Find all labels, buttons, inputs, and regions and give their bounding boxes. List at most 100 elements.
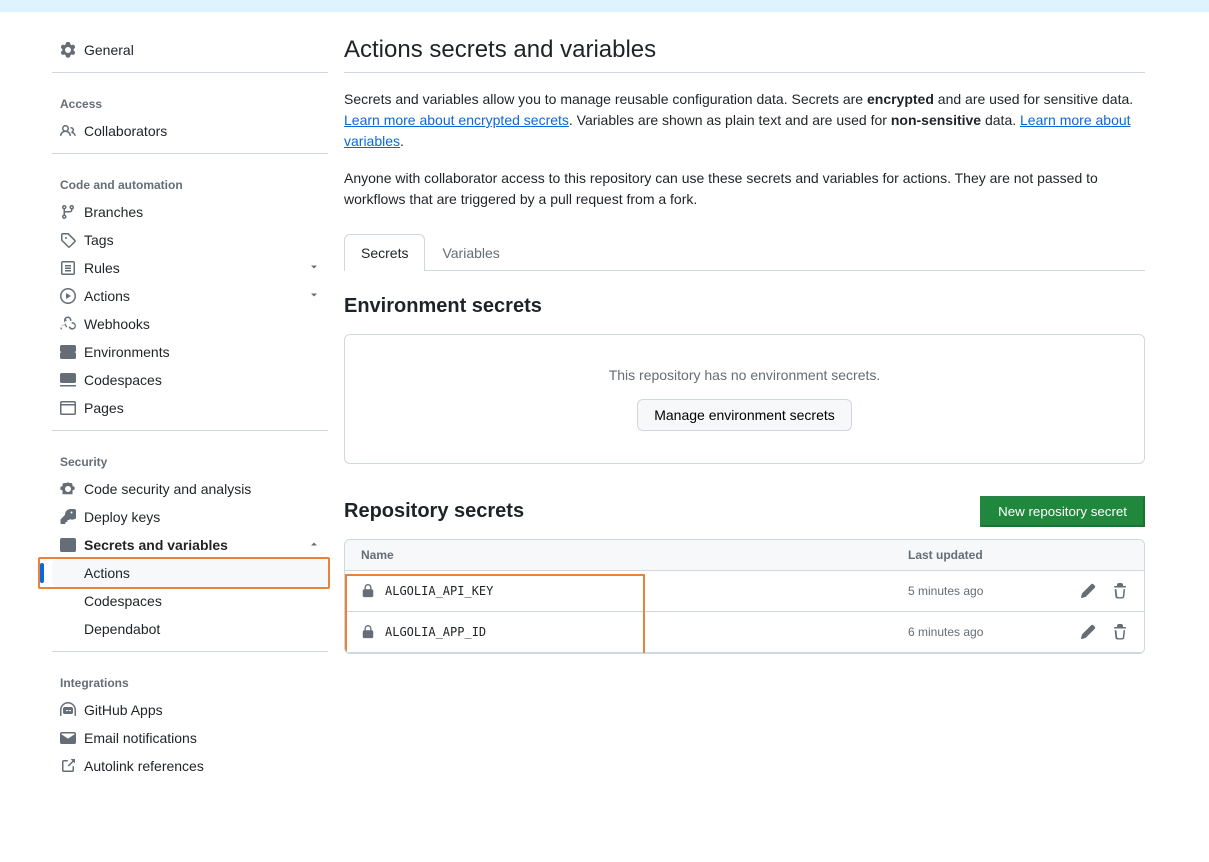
sidebar-label: General xyxy=(84,42,134,58)
sidebar-section-integrations: Integrations xyxy=(52,660,328,696)
divider xyxy=(52,72,328,73)
repo-secrets-title: Repository secrets xyxy=(344,500,524,523)
gear-icon xyxy=(60,42,76,58)
settings-sidebar: General Access Collaborators Code and au… xyxy=(16,12,328,804)
browser-icon xyxy=(60,400,76,416)
sidebar-item-rules[interactable]: Rules xyxy=(52,254,328,282)
lock-icon xyxy=(361,584,375,598)
sidebar-item-autolink[interactable]: Autolink references xyxy=(52,752,328,780)
col-updated[interactable]: Last updated xyxy=(908,548,1048,562)
sidebar-label: Codespaces xyxy=(84,593,162,609)
sidebar-label: Dependabot xyxy=(84,621,160,637)
sidebar-section-security: Security xyxy=(52,439,328,475)
sidebar-item-sv-actions[interactable]: Actions xyxy=(52,559,328,587)
sidebar-item-actions[interactable]: Actions xyxy=(52,282,328,310)
tab-secrets[interactable]: Secrets xyxy=(344,234,425,271)
manage-env-secrets-button[interactable]: Manage environment secrets xyxy=(637,399,852,431)
key-icon xyxy=(60,509,76,525)
sidebar-item-webhooks[interactable]: Webhooks xyxy=(52,310,328,338)
rules-icon xyxy=(60,260,76,276)
key-asterisk-icon xyxy=(60,537,76,553)
hubot-icon xyxy=(60,702,76,718)
edit-icon[interactable] xyxy=(1080,583,1096,599)
sidebar-section-code-automation: Code and automation xyxy=(52,162,328,198)
branch-icon xyxy=(60,204,76,220)
repo-secrets-header: Repository secrets New repository secret xyxy=(344,496,1145,527)
webhook-icon xyxy=(60,316,76,332)
play-icon xyxy=(60,288,76,304)
sidebar-item-code-security[interactable]: Code security and analysis xyxy=(52,475,328,503)
sidebar-label: GitHub Apps xyxy=(84,702,163,718)
row-actions xyxy=(1048,624,1128,640)
sidebar-item-secrets-variables[interactable]: Secrets and variables xyxy=(52,531,328,559)
secrets-table: Name Last updated ALGOLIA_API_KEY 5 minu… xyxy=(344,539,1145,654)
tabs: Secrets Variables xyxy=(344,234,1145,271)
chevron-down-icon xyxy=(308,260,320,276)
divider xyxy=(52,651,328,652)
sidebar-label: Code security and analysis xyxy=(84,481,251,497)
new-repo-secret-button[interactable]: New repository secret xyxy=(980,496,1145,527)
sidebar-section-access: Access xyxy=(52,81,328,117)
top-banner xyxy=(0,0,1209,12)
env-secrets-title: Environment secrets xyxy=(344,295,1145,318)
sidebar-label: Environments xyxy=(84,344,170,360)
sidebar-label: Codespaces xyxy=(84,372,162,388)
main-content: Actions secrets and variables Secrets an… xyxy=(328,12,1193,804)
sidebar-item-sv-codespaces[interactable]: Codespaces xyxy=(52,587,328,615)
sidebar-item-general[interactable]: General xyxy=(52,36,328,64)
secret-name: ALGOLIA_API_KEY xyxy=(361,584,908,598)
col-name[interactable]: Name xyxy=(361,548,908,562)
delete-icon[interactable] xyxy=(1112,583,1128,599)
learn-secrets-link[interactable]: Learn more about encrypted secrets xyxy=(344,112,569,128)
col-actions xyxy=(1048,548,1128,562)
people-icon xyxy=(60,123,76,139)
env-empty-text: This repository has no environment secre… xyxy=(377,367,1112,383)
divider xyxy=(52,430,328,431)
table-row: ALGOLIA_APP_ID 6 minutes ago xyxy=(345,612,1144,653)
server-icon xyxy=(60,344,76,360)
chevron-down-icon xyxy=(308,288,320,304)
sidebar-label: Email notifications xyxy=(84,730,197,746)
sidebar-item-email-notifications[interactable]: Email notifications xyxy=(52,724,328,752)
sidebar-label: Deploy keys xyxy=(84,509,160,525)
chevron-up-icon xyxy=(308,537,320,553)
sidebar-item-branches[interactable]: Branches xyxy=(52,198,328,226)
sidebar-item-pages[interactable]: Pages xyxy=(52,394,328,422)
env-secrets-empty: This repository has no environment secre… xyxy=(344,334,1145,464)
sidebar-item-codespaces[interactable]: Codespaces xyxy=(52,366,328,394)
sidebar-item-collaborators[interactable]: Collaborators xyxy=(52,117,328,145)
secret-updated: 5 minutes ago xyxy=(908,584,1048,598)
tab-variables[interactable]: Variables xyxy=(425,234,516,271)
sidebar-label: Autolink references xyxy=(84,758,204,774)
sidebar-item-sv-dependabot[interactable]: Dependabot xyxy=(52,615,328,643)
sort-icon xyxy=(400,548,414,562)
lock-icon xyxy=(361,625,375,639)
shield-icon xyxy=(60,481,76,497)
sidebar-item-tags[interactable]: Tags xyxy=(52,226,328,254)
divider xyxy=(52,153,328,154)
sidebar-label: Actions xyxy=(84,288,130,304)
link-external-icon xyxy=(60,758,76,774)
sidebar-label: Actions xyxy=(84,565,130,581)
sidebar-label: Webhooks xyxy=(84,316,150,332)
highlight-box: Actions xyxy=(38,557,330,589)
page-container: General Access Collaborators Code and au… xyxy=(0,12,1209,804)
secret-updated: 6 minutes ago xyxy=(908,625,1048,639)
tag-icon xyxy=(60,232,76,248)
page-title: Actions secrets and variables xyxy=(344,36,1145,73)
table-header: Name Last updated xyxy=(345,540,1144,571)
edit-icon[interactable] xyxy=(1080,624,1096,640)
sidebar-item-deploy-keys[interactable]: Deploy keys xyxy=(52,503,328,531)
row-actions xyxy=(1048,583,1128,599)
sidebar-label: Secrets and variables xyxy=(84,537,228,553)
secret-name: ALGOLIA_APP_ID xyxy=(361,625,908,639)
mail-icon xyxy=(60,730,76,746)
sidebar-label: Rules xyxy=(84,260,120,276)
sidebar-item-environments[interactable]: Environments xyxy=(52,338,328,366)
sidebar-label: Pages xyxy=(84,400,124,416)
sidebar-label: Collaborators xyxy=(84,123,167,139)
delete-icon[interactable] xyxy=(1112,624,1128,640)
sidebar-label: Branches xyxy=(84,204,143,220)
codespaces-icon xyxy=(60,372,76,388)
sidebar-item-github-apps[interactable]: GitHub Apps xyxy=(52,696,328,724)
